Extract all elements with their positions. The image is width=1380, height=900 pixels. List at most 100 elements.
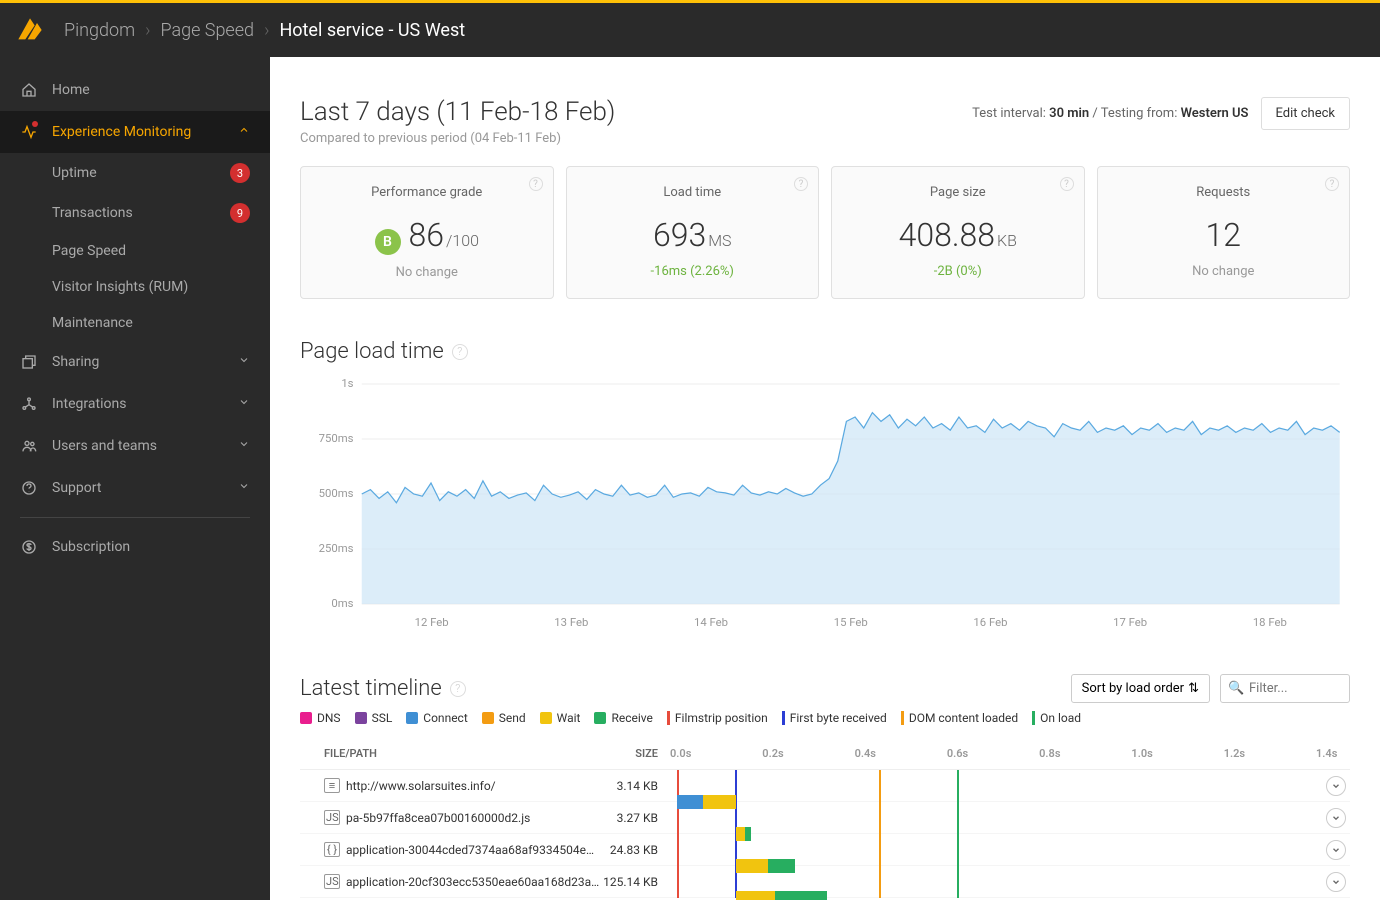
timing-bar: [703, 795, 736, 809]
help-icon[interactable]: ?: [529, 177, 543, 191]
sidebar-sub-item[interactable]: Transactions9: [0, 193, 270, 233]
expand-button[interactable]: [1326, 776, 1346, 796]
help-icon[interactable]: ?: [450, 681, 466, 697]
svg-text:0ms: 0ms: [331, 597, 353, 610]
timeline-row[interactable]: JS pa-5b97ffa8cea07b00160000d2.js 3.27 KB: [300, 802, 1350, 834]
alert-dot-icon: [32, 121, 38, 127]
metric-card[interactable]: ?Load time 693MS -16ms (2.26%): [566, 166, 820, 299]
timeline-row[interactable]: ≡http://www.solarsuites.info/3.14 KB: [300, 770, 1350, 802]
timeline-tick: 0.6s: [947, 747, 968, 760]
alert-badge: 3: [230, 163, 250, 183]
file-size: 3.27 KB: [600, 811, 670, 825]
legend-item: Connect: [406, 711, 467, 725]
timeline-row[interactable]: { }application-30044cded7374aa68af933450…: [300, 834, 1350, 866]
svg-text:12 Feb: 12 Feb: [415, 616, 449, 629]
expand-button[interactable]: [1326, 808, 1346, 828]
legend-swatch: [782, 711, 785, 725]
sidebar-label: Integrations: [52, 396, 126, 412]
legend-item: Wait: [540, 711, 581, 725]
file-name: http://www.solarsuites.info/: [346, 779, 496, 793]
file-name: pa-5b97ffa8cea07b00160000d2.js: [346, 811, 530, 825]
help-icon[interactable]: ?: [452, 344, 468, 360]
sidebar-item-sharing[interactable]: Sharing: [0, 341, 270, 383]
sidebar-item-integrations[interactable]: Integrations: [0, 383, 270, 425]
sidebar-label: Home: [52, 82, 90, 98]
sidebar-sub-label: Uptime: [52, 165, 97, 181]
legend-item: Send: [482, 711, 526, 725]
legend-swatch: [594, 712, 606, 724]
sidebar-item-home[interactable]: Home: [0, 69, 270, 111]
card-label: Requests: [1116, 185, 1332, 200]
brand-logo: [16, 16, 44, 44]
sidebar-sub-item[interactable]: Visitor Insights (RUM): [0, 269, 270, 305]
file-size: 125.14 KB: [600, 875, 670, 889]
file-name: application-20cf303ecc5350eae60aa168d23a…: [346, 875, 599, 889]
svg-text:16 Feb: 16 Feb: [973, 616, 1007, 629]
legend-swatch: [482, 712, 494, 724]
file-type-icon: JS: [324, 874, 340, 889]
metric-card[interactable]: ?Page size408.88KB-2B (0%): [831, 166, 1085, 299]
timeline-table-header: FILE/PATH SIZE 0.0s0.2s0.4s0.6s0.8s1.0s1…: [300, 741, 1350, 770]
sidebar-sub-item[interactable]: Maintenance: [0, 305, 270, 341]
breadcrumb-mid[interactable]: Page Speed: [160, 20, 254, 41]
sidebar-sub-item[interactable]: Uptime 3: [0, 153, 270, 193]
card-delta: -16ms (2.26%): [585, 264, 801, 279]
timeline-tick: 0.4s: [855, 747, 876, 760]
svg-text:13 Feb: 13 Feb: [554, 616, 588, 629]
page-title: Last 7 days (11 Feb-18 Feb): [300, 97, 615, 127]
svg-text:750ms: 750ms: [319, 432, 354, 445]
sidebar-item-experience[interactable]: Experience Monitoring: [0, 111, 270, 153]
timeline-title: Latest timeline ?: [300, 676, 466, 701]
timing-bar: [775, 891, 827, 900]
legend-swatch: [300, 712, 312, 724]
metric-card[interactable]: ?Performance gradeB86/100No change: [300, 166, 554, 299]
sidebar-label: Users and teams: [52, 438, 157, 454]
timing-bar: [677, 795, 703, 809]
sidebar-label: Support: [52, 480, 101, 496]
chevron-up-icon: [238, 124, 250, 140]
card-label: Performance grade: [319, 185, 535, 200]
expand-button[interactable]: [1326, 872, 1346, 892]
timing-bar: [745, 827, 750, 841]
share-icon: [20, 353, 38, 371]
sidebar-sub-label: Visitor Insights (RUM): [52, 279, 188, 295]
expand-button[interactable]: [1326, 840, 1346, 860]
help-icon[interactable]: ?: [794, 177, 808, 191]
chevron-down-icon: [238, 396, 250, 412]
sort-icon: ⇅: [1188, 681, 1199, 696]
legend-swatch: [540, 712, 552, 724]
topbar: Pingdom › Page Speed › Hotel service - U…: [0, 3, 1380, 57]
file-type-icon: JS: [324, 810, 340, 825]
card-label: Page size: [850, 185, 1066, 200]
help-icon[interactable]: ?: [1325, 177, 1339, 191]
card-delta: No change: [1116, 264, 1332, 279]
metric-card[interactable]: ?Requests12No change: [1097, 166, 1351, 299]
sidebar-sub-item[interactable]: Page Speed: [0, 233, 270, 269]
sidebar-item-subscription[interactable]: Subscription: [0, 526, 270, 568]
file-type-icon: { }: [324, 842, 340, 857]
edit-check-button[interactable]: Edit check: [1261, 97, 1351, 130]
load-time-chart[interactable]: 0ms250ms500ms750ms1s12 Feb13 Feb14 Feb15…: [300, 374, 1350, 634]
chevron-down-icon: [238, 354, 250, 370]
sidebar-label: Experience Monitoring: [52, 124, 191, 140]
svg-text:15 Feb: 15 Feb: [834, 616, 868, 629]
sort-button[interactable]: Sort by load order⇅: [1071, 674, 1210, 703]
card-label: Load time: [585, 185, 801, 200]
sidebar-item-users[interactable]: Users and teams: [0, 425, 270, 467]
chevron-down-icon: [238, 480, 250, 496]
alert-badge: 9: [230, 203, 250, 223]
breadcrumb-root[interactable]: Pingdom: [64, 20, 135, 41]
sidebar-item-support[interactable]: Support: [0, 467, 270, 509]
main-content: Last 7 days (11 Feb-18 Feb) Compared to …: [270, 57, 1380, 900]
card-value: 693MS: [585, 216, 801, 254]
svg-text:500ms: 500ms: [319, 487, 354, 500]
timing-bar: [736, 859, 769, 873]
timeline-row[interactable]: JS application-20cf303ecc5350eae60aa168d2…: [300, 866, 1350, 898]
card-value: 408.88KB: [850, 216, 1066, 254]
help-icon: [20, 479, 38, 497]
legend-swatch: [355, 712, 367, 724]
help-icon[interactable]: ?: [1060, 177, 1074, 191]
grade-badge: B: [375, 229, 401, 255]
col-header-size: SIZE: [600, 747, 670, 763]
file-size: 24.83 KB: [600, 843, 670, 857]
